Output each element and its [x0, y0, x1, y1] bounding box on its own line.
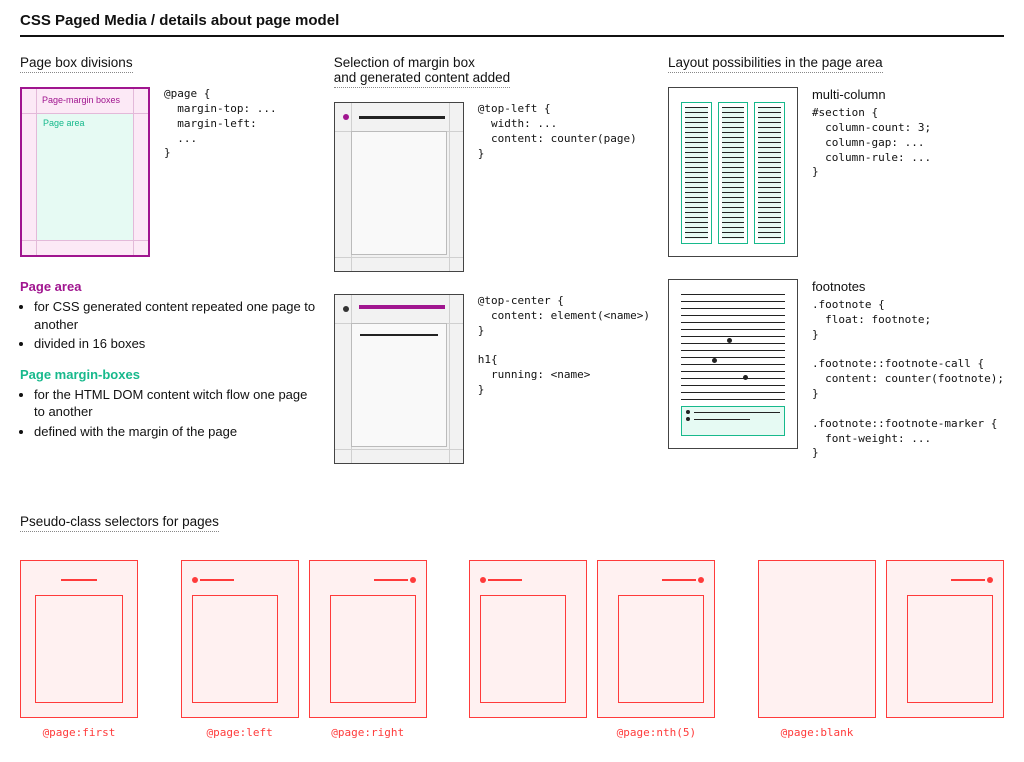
pseudo-page-blank-group: @page:blank .: [758, 560, 1004, 739]
pseudo-page-left: @page:left: [181, 560, 299, 739]
col-margin-box-selection: Selection of margin box and generated co…: [334, 55, 650, 486]
diagram-top-left-counter: [334, 102, 464, 272]
heading-pseudo-class: Pseudo-class selectors for pages: [20, 514, 219, 532]
page-title: CSS Paged Media / details about page mod…: [20, 12, 1004, 37]
desc-item: defined with the margin of the page: [34, 423, 316, 441]
label-page-area: Page area: [36, 113, 134, 241]
label-page-margin-boxes: Page-margin boxes: [42, 95, 120, 105]
code-footnotes: .footnote { float: footnote; } .footnote…: [812, 298, 1004, 461]
desc-item: for CSS generated content repeated one p…: [34, 298, 316, 333]
heading-page-box-divisions: Page box divisions: [20, 55, 133, 73]
pseudo-page-first: @page:first: [20, 560, 138, 739]
heading-margin-box: Selection of margin box and generated co…: [334, 55, 510, 88]
label-page-nth: @page:nth(5): [617, 726, 696, 739]
heading-layout-possibilities: Layout possibilities in the page area: [668, 55, 883, 73]
diagram-top-center-element: [334, 294, 464, 464]
code-top-left: @top-left { width: ... content: counter(…: [478, 102, 637, 161]
section-pseudo-class-selectors: Pseudo-class selectors for pages @page:f…: [20, 514, 1004, 739]
col-page-box-divisions: Page box divisions Page-margin boxes Pag…: [20, 55, 316, 486]
subhead-multi-column: multi-column: [812, 87, 931, 102]
code-at-page: @page { margin-top: ... margin-left: ...…: [164, 87, 277, 161]
code-multi-column: #section { column-count: 3; column-gap: …: [812, 106, 931, 180]
label-page-blank: @page:blank: [781, 726, 854, 739]
diagram-multi-column: [668, 87, 798, 257]
pseudo-page-nth-group: . @page:nth(5): [469, 560, 715, 739]
col-layout-possibilities: Layout possibilities in the page area mu…: [668, 55, 1004, 486]
label-page-first: @page:first: [43, 726, 116, 739]
diagram-footnotes: [668, 279, 798, 449]
description-block: Page area for CSS generated content repe…: [20, 279, 316, 440]
code-top-center: @top-center { content: element(<name>) }…: [478, 294, 650, 398]
desc-item: divided in 16 boxes: [34, 335, 316, 353]
desc-item: for the HTML DOM content witch flow one …: [34, 386, 316, 421]
diagram-page-box: Page-margin boxes Page area: [20, 87, 150, 257]
label-page-left: @page:left: [207, 726, 273, 739]
label-page-right: @page:right: [331, 726, 404, 739]
desc-head-page-area: Page area: [20, 279, 316, 294]
pseudo-page-right: @page:right: [309, 560, 427, 739]
subhead-footnotes: footnotes: [812, 279, 1004, 294]
desc-head-page-margin: Page margin-boxes: [20, 367, 316, 382]
